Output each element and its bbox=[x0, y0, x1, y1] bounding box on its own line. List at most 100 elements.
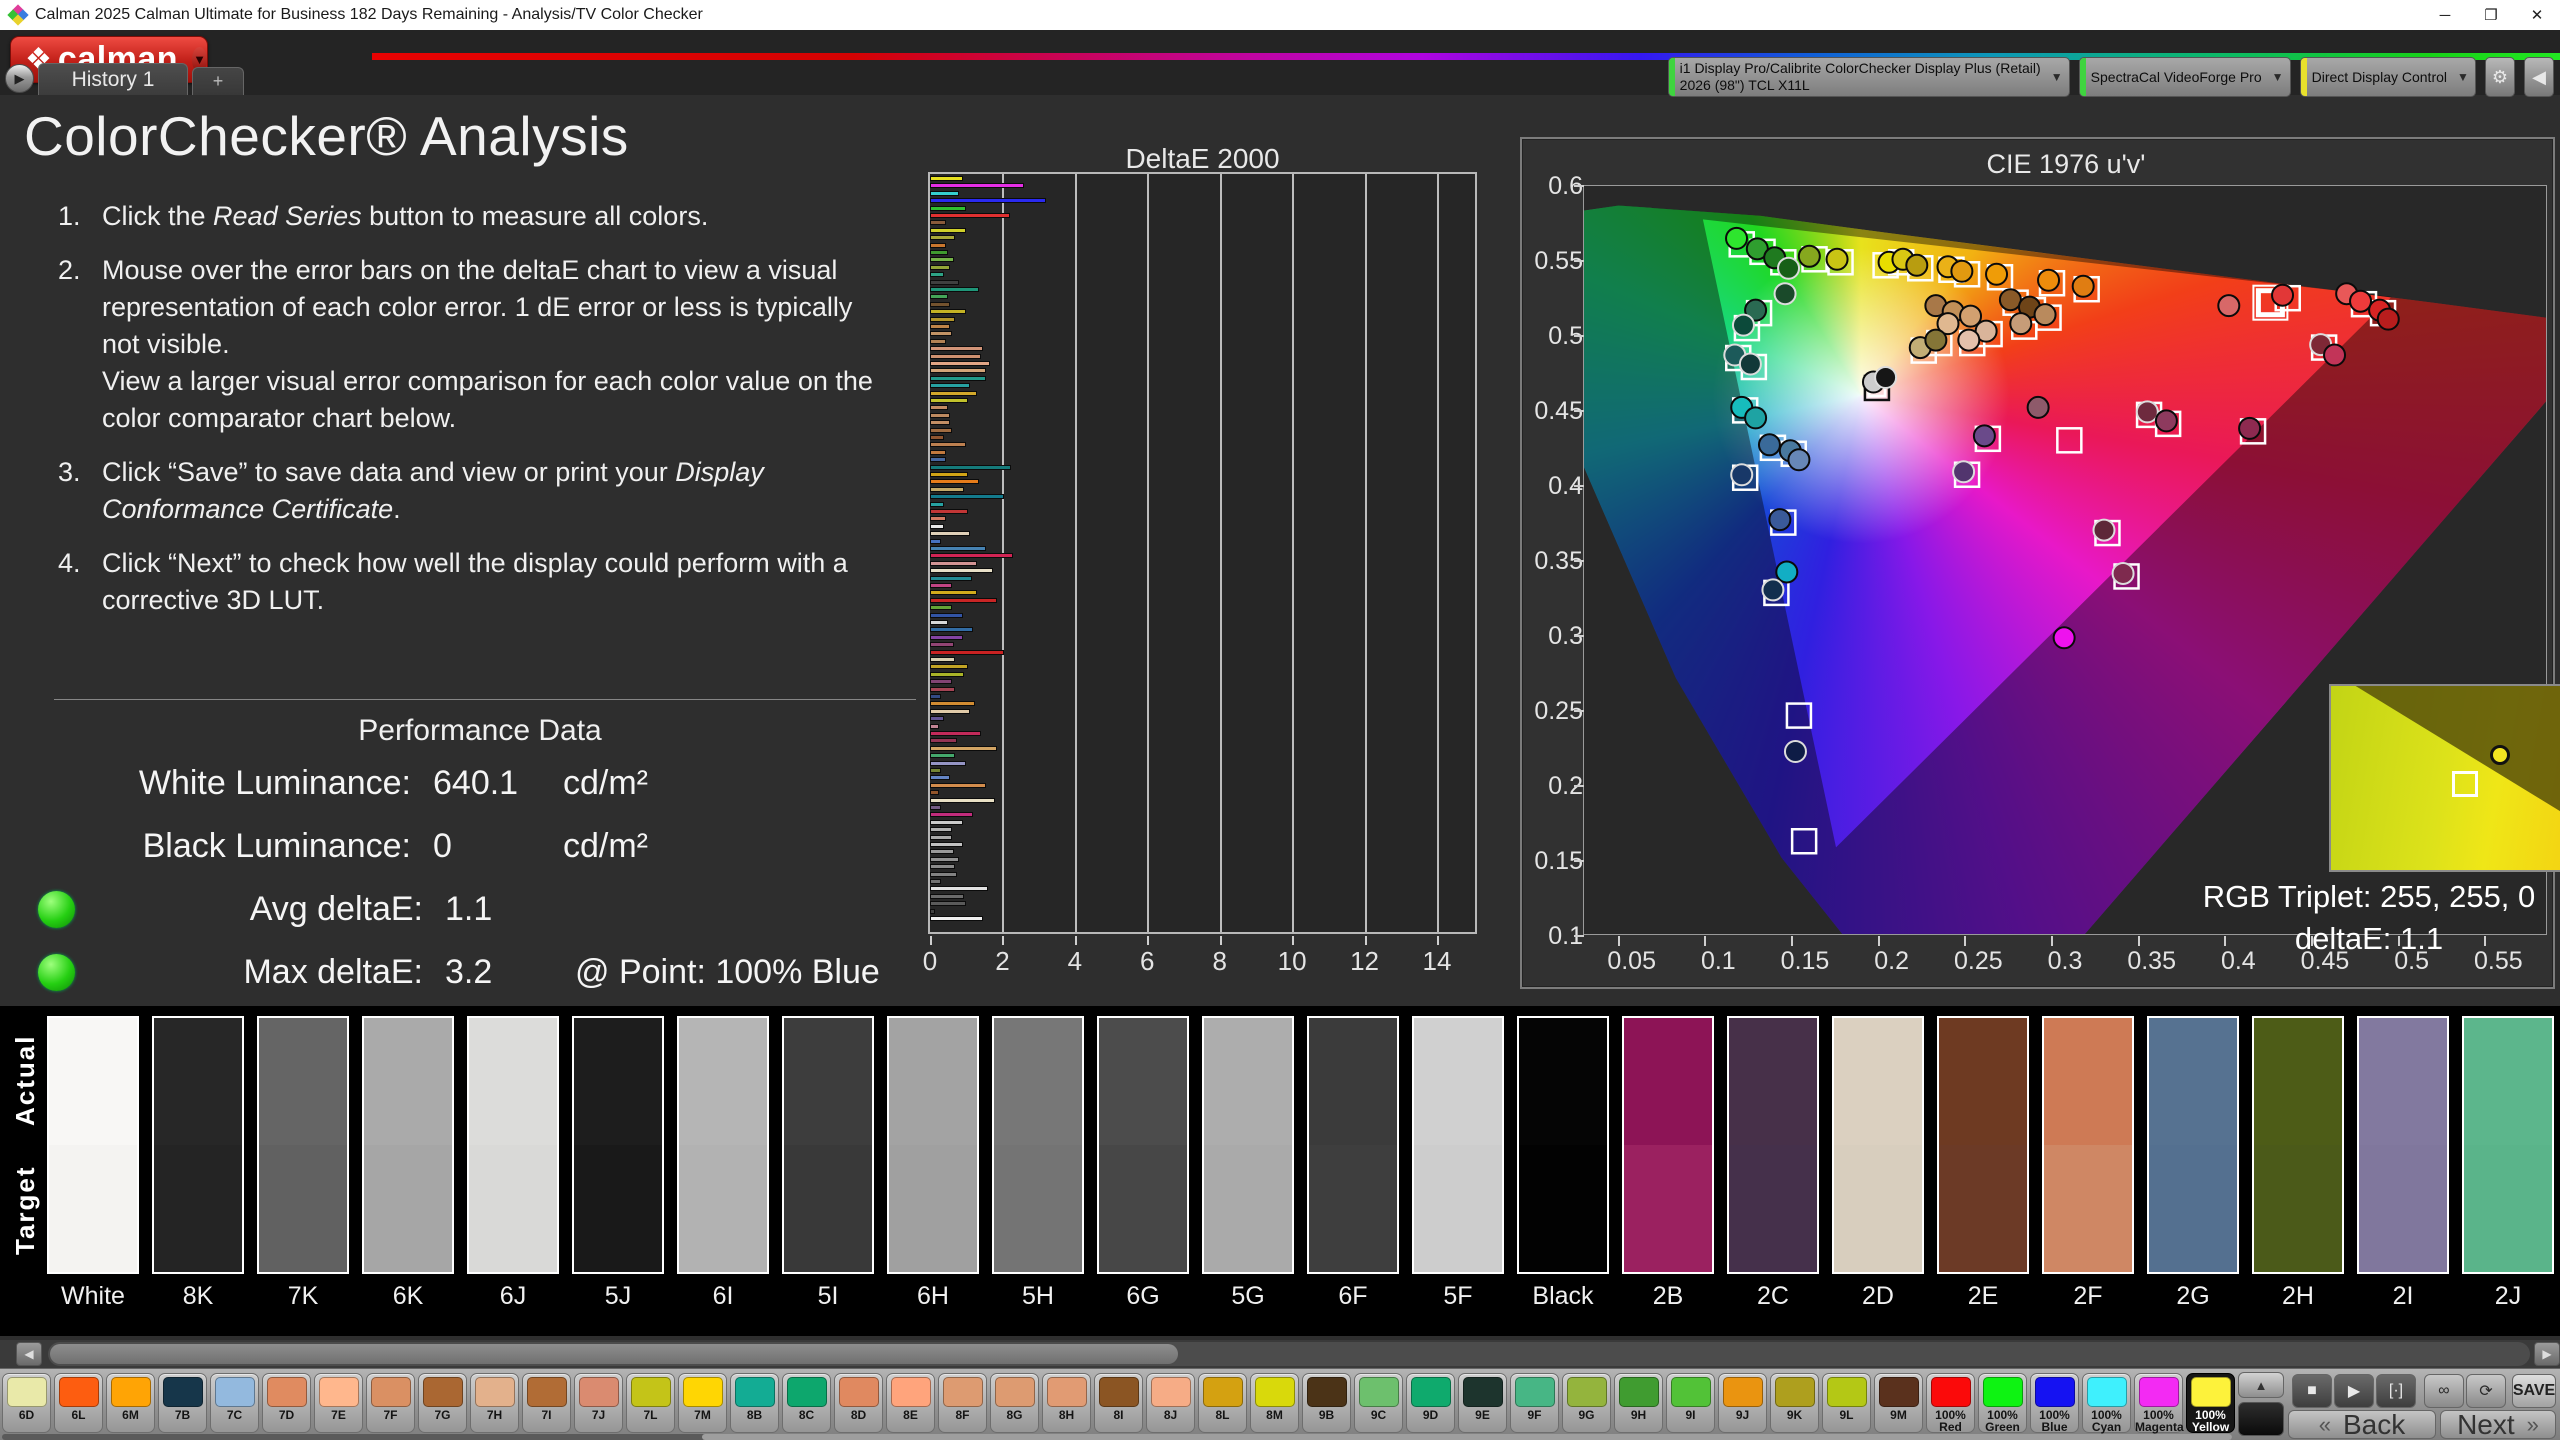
deltae-bar[interactable] bbox=[930, 768, 941, 773]
pattern-button-6L[interactable]: 6L bbox=[54, 1373, 103, 1433]
measured-point[interactable] bbox=[2052, 626, 2076, 650]
measured-point[interactable] bbox=[1757, 433, 1781, 457]
pattern-button-100Blue[interactable]: 100% Blue bbox=[2030, 1373, 2079, 1433]
comparator-patch-6F[interactable] bbox=[1307, 1016, 1399, 1274]
deltae-bar[interactable] bbox=[930, 301, 950, 307]
comparator-patch-5G[interactable] bbox=[1202, 1016, 1294, 1274]
measured-point[interactable] bbox=[2037, 268, 2061, 292]
scrollbar-track[interactable] bbox=[48, 1342, 2530, 1366]
deltae-bar[interactable] bbox=[930, 560, 978, 566]
pattern-button-6M[interactable]: 6M bbox=[106, 1373, 155, 1433]
pattern-button-100Yellow[interactable]: 100% Yellow bbox=[2186, 1373, 2235, 1433]
comparator-patch-2F[interactable] bbox=[2042, 1016, 2134, 1274]
pattern-button-8D[interactable]: 8D bbox=[834, 1373, 883, 1433]
comparator-patch-Black[interactable] bbox=[1517, 1016, 1609, 1274]
measured-point[interactable] bbox=[2271, 283, 2295, 307]
deltae-bar[interactable] bbox=[930, 272, 945, 278]
deltae-bar[interactable] bbox=[930, 176, 963, 181]
pattern-button-8J[interactable]: 8J bbox=[1146, 1373, 1195, 1433]
measured-point[interactable] bbox=[1952, 460, 1976, 484]
deltae-bar[interactable] bbox=[930, 523, 945, 529]
pattern-button-7J[interactable]: 7J bbox=[574, 1373, 623, 1433]
pattern-button-8G[interactable]: 8G bbox=[990, 1373, 1039, 1433]
deltae-bar[interactable] bbox=[930, 346, 983, 352]
measured-point[interactable] bbox=[1972, 424, 1996, 448]
comparator-patch-5H[interactable] bbox=[992, 1016, 1084, 1274]
measured-point[interactable] bbox=[1744, 406, 1768, 430]
deltae-bar[interactable] bbox=[930, 479, 979, 485]
deltae-bar[interactable] bbox=[930, 264, 950, 270]
deltae-bar[interactable] bbox=[930, 657, 956, 662]
deltae-bar[interactable] bbox=[930, 531, 970, 537]
measured-point[interactable] bbox=[2238, 416, 2262, 440]
measured-point[interactable] bbox=[1731, 313, 1755, 337]
deltae-bar[interactable] bbox=[930, 649, 1005, 655]
deltae-bar[interactable] bbox=[930, 679, 952, 685]
pattern-button-9K[interactable]: 9K bbox=[1770, 1373, 1819, 1433]
deltae-bar[interactable] bbox=[930, 427, 952, 433]
measured-point[interactable] bbox=[1773, 282, 1797, 306]
pattern-button-9D[interactable]: 9D bbox=[1406, 1373, 1455, 1433]
measured-point[interactable] bbox=[1905, 253, 1929, 277]
comparator-patch-2G[interactable] bbox=[2147, 1016, 2239, 1274]
measured-point[interactable] bbox=[1985, 262, 2009, 286]
palette-scrollbar-thumb[interactable] bbox=[702, 1434, 2232, 1440]
palette-up-icon[interactable]: ▲ bbox=[2238, 1372, 2284, 1398]
deltae-bar[interactable] bbox=[930, 642, 954, 648]
deltae-bar[interactable] bbox=[930, 782, 987, 788]
pattern-button-7B[interactable]: 7B bbox=[158, 1373, 207, 1433]
deltae-bar[interactable] bbox=[930, 819, 963, 825]
measured-point[interactable] bbox=[1777, 256, 1801, 280]
deltae-bar[interactable] bbox=[930, 375, 987, 381]
deltae-bar[interactable] bbox=[930, 568, 994, 574]
comparator-patch-6G[interactable] bbox=[1097, 1016, 1189, 1274]
range-button[interactable]: [·] bbox=[2376, 1374, 2416, 1408]
comparator-patch-6K[interactable] bbox=[362, 1016, 454, 1274]
deltae-bar[interactable] bbox=[930, 486, 965, 492]
pattern-button-9F[interactable]: 9F bbox=[1510, 1373, 1559, 1433]
pattern-button-100Magenta[interactable]: 100% Magenta bbox=[2134, 1373, 2184, 1433]
measured-point[interactable] bbox=[2135, 400, 2159, 424]
deltae-bar[interactable] bbox=[930, 812, 974, 818]
measured-point[interactable] bbox=[1761, 578, 1785, 602]
deltae-bar[interactable] bbox=[930, 827, 952, 833]
deltae-bar[interactable] bbox=[930, 405, 949, 411]
comparator-patch-White[interactable] bbox=[47, 1016, 139, 1274]
maximize-icon[interactable]: ❐ bbox=[2468, 0, 2514, 30]
pattern-button-9B[interactable]: 9B bbox=[1302, 1373, 1351, 1433]
close-icon[interactable]: ✕ bbox=[2514, 0, 2560, 30]
pattern-button-8F[interactable]: 8F bbox=[938, 1373, 987, 1433]
meter-dropdown-2[interactable]: Direct Display Control ▼ bbox=[2299, 57, 2476, 97]
comparator-patch-8K[interactable] bbox=[152, 1016, 244, 1274]
pattern-button-8M[interactable]: 8M bbox=[1250, 1373, 1299, 1433]
deltae-bar[interactable] bbox=[930, 797, 996, 803]
deltae-bar[interactable] bbox=[930, 753, 956, 759]
deltae-bar[interactable] bbox=[930, 494, 1005, 500]
deltae-bar[interactable] bbox=[930, 805, 941, 810]
deltae-bar[interactable] bbox=[930, 220, 947, 226]
pattern-button-9M[interactable]: 9M bbox=[1874, 1373, 1923, 1433]
meter-dropdown-0[interactable]: i1 Display Pro/Calibrite ColorChecker Di… bbox=[1667, 57, 2070, 97]
deltae-bar[interactable] bbox=[930, 449, 947, 455]
deltae-bar[interactable] bbox=[930, 842, 963, 847]
measured-point[interactable] bbox=[1998, 288, 2022, 312]
comparator-patch-2H[interactable] bbox=[2252, 1016, 2344, 1274]
deltae-bar[interactable] bbox=[930, 893, 965, 899]
deltae-bar[interactable] bbox=[930, 353, 981, 359]
deltae-bar[interactable] bbox=[930, 864, 956, 870]
save-button[interactable]: SAVE bbox=[2512, 1374, 2556, 1408]
deltae-bar[interactable] bbox=[930, 916, 983, 921]
deltae-bar[interactable] bbox=[930, 856, 959, 862]
pattern-button-100Red[interactable]: 100% Red bbox=[1926, 1373, 1975, 1433]
pattern-button-7D[interactable]: 7D bbox=[262, 1373, 311, 1433]
measured-point[interactable] bbox=[2217, 294, 2241, 318]
deltae-bar[interactable] bbox=[930, 701, 976, 707]
measured-point[interactable] bbox=[1957, 328, 1981, 352]
measured-point[interactable] bbox=[1738, 352, 1762, 376]
deltae-bar[interactable] bbox=[930, 183, 1025, 189]
measured-point[interactable] bbox=[2009, 312, 2033, 336]
deltae-bar[interactable] bbox=[930, 686, 956, 692]
play-button[interactable]: ▶ bbox=[2334, 1374, 2374, 1408]
deltae-bar[interactable] bbox=[930, 331, 952, 337]
deltae-bar[interactable] bbox=[930, 213, 1010, 218]
